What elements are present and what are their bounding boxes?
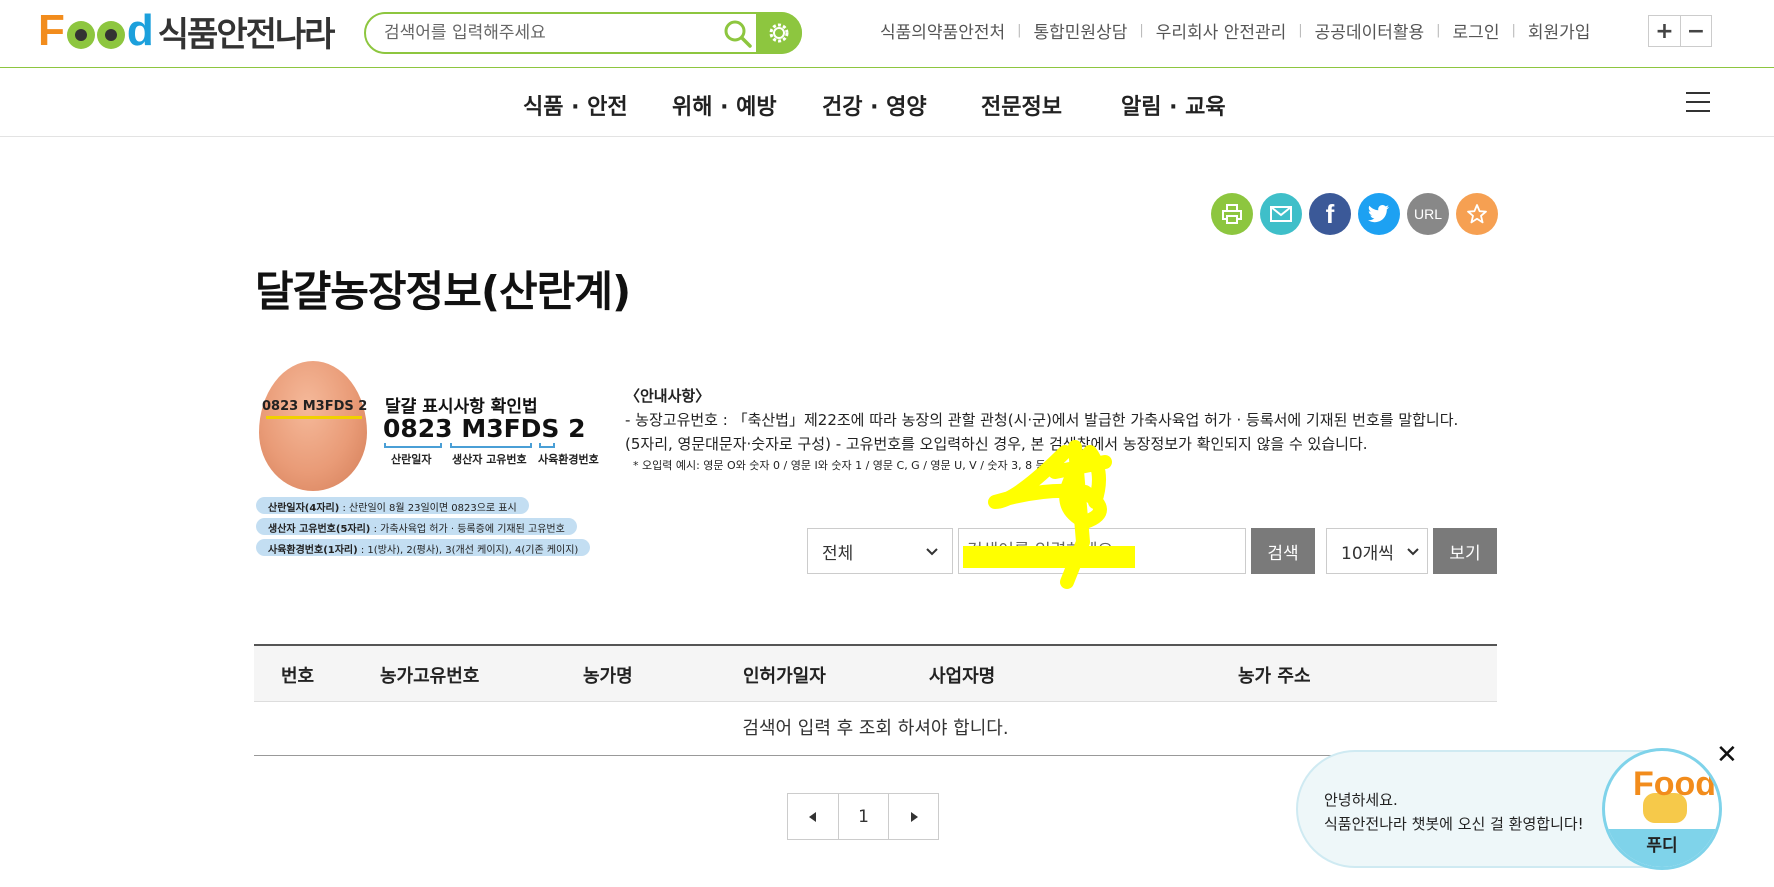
twitter-icon[interactable] [1358,193,1400,235]
nav-item-hazard[interactable]: 위해 · 예방 [672,89,777,121]
facebook-icon[interactable]: f [1309,193,1351,235]
util-link-signup[interactable]: 회원가입 [1528,18,1591,43]
search-button[interactable]: 검색 [1251,528,1315,574]
top-search-box [364,12,802,54]
notice-title: 〈안내사항〉 [625,387,711,405]
bookmark-star-icon[interactable] [1456,193,1498,235]
main-nav: 식품 · 안전 위해 · 예방 건강 · 영양 전문정보 알림 · 교육 [0,69,1774,137]
egg-code-label: 0823 M3FDS 2 [262,399,368,414]
util-link-company-safety[interactable]: 우리회사 안전관리 [1156,18,1287,43]
col-farm-address: 농가 주소 [1238,666,1311,687]
logo-text: 식품안전나라 [157,14,336,55]
table-empty-message: 검색어 입력 후 조회 하셔야 합니다. [254,702,1497,756]
chatbot-name: 푸디 [1605,829,1719,867]
page-size-select[interactable]: 10개씩 [1326,528,1428,574]
utility-nav: 식품의약품안전처 | 통합민원상담 | 우리회사 안전관리 | 공공데이터활용 … [880,18,1590,43]
next-page-icon[interactable] [888,794,938,839]
notice-line-2: (5자리, 영문대문자·숫자로 구성) - 고유번호를 오입력하신 경우, 본 … [625,435,1368,453]
guide-pill-producer: 생산자 고유번호(5자리) : 가축사육업 허가 · 등록증에 기재된 고유번호 [256,518,577,535]
chevron-down-icon [1407,541,1419,561]
prev-page-icon[interactable] [788,794,838,839]
egg-illustration [259,361,367,491]
util-link-login[interactable]: 로그인 [1453,18,1500,43]
nav-item-food-safety[interactable]: 식품 · 안전 [523,89,628,121]
chatbot-greeting: 안녕하세요. [1324,791,1398,809]
print-icon[interactable] [1211,193,1253,235]
top-search-input[interactable] [384,22,684,44]
notice-line-1: - 농장고유번호 : 「축산법」제22조에 따라 농장의 관할 관청(시·군)에… [625,411,1459,429]
notice-line-3: * 오입력 예시: 영문 O와 숫자 0 / 영문 I와 숫자 1 / 영문 C… [633,459,1046,472]
chatbot-logo: Food [1633,765,1717,803]
keyword-input[interactable] [967,539,1237,563]
page-number[interactable]: 1 [838,794,888,839]
col-farm-name: 농가명 [583,666,633,687]
nav-item-notice[interactable]: 알림 · 교육 [1121,89,1226,121]
util-link-public-data[interactable]: 공공데이터활용 [1315,18,1424,43]
notice-box: 〈안내사항〉 - 농장고유번호 : 「축산법」제22조에 따라 농장의 관할 관… [625,384,1505,476]
zoom-in-button[interactable]: + [1649,16,1680,46]
col-permit-date: 인허가일자 [743,666,826,687]
util-link-civil[interactable]: 통합민원상담 [1034,18,1128,43]
col-number: 번호 [281,666,315,687]
code-label-producer: 생산자 고유번호 [452,453,527,466]
chatbot-welcome: 식품안전나라 챗봇에 오신 걸 환영합니다! [1324,815,1584,833]
close-icon[interactable]: ✕ [1716,740,1738,770]
guide-pill-environment: 사육환경번호(1자리) : 1(방사), 2(평사), 3(개선 케이지), 4… [256,539,591,556]
page-title: 달걀농장정보(산란계) [255,267,631,316]
gear-icon[interactable] [756,12,802,54]
col-business-name: 사업자명 [929,666,996,687]
chevron-down-icon [926,541,938,561]
search-icon[interactable] [722,18,754,48]
util-link-mfds[interactable]: 식품의약품안전처 [880,18,1005,43]
category-select[interactable]: 전체 [807,528,953,574]
email-icon[interactable] [1260,193,1302,235]
code-label-date: 산란일자 [391,453,432,466]
guide-code: 0823 M3FDS 2 [383,414,586,443]
top-header: F d 식품안전나라 식품의약품안전처 | 통합민원상담 | 우리회사 안전관리… [0,0,1774,68]
keyword-field [958,528,1246,574]
zoom-out-button[interactable]: − [1680,16,1711,46]
chatbot-avatar[interactable]: Food 푸디 [1602,748,1722,870]
menu-icon[interactable] [1686,92,1710,112]
table-header: 번호 농가고유번호 농가명 인허가일자 사업자명 농가 주소 [254,644,1497,702]
code-label-environment: 사육환경번호 [538,453,599,466]
zoom-controls: + − [1648,15,1712,47]
view-button[interactable]: 보기 [1433,528,1497,574]
col-farm-id: 농가고유번호 [380,666,480,687]
guide-pill-date: 산란일자(4자리) : 산란일이 8월 23일이면 0823으로 표시 [256,497,529,514]
site-logo[interactable]: F d 식품안전나라 [38,8,336,55]
nav-item-expert[interactable]: 전문정보 [981,89,1062,121]
nav-item-health[interactable]: 건강 · 영양 [822,89,927,121]
pagination: 1 [787,793,939,840]
url-copy-button[interactable]: URL [1407,193,1449,235]
